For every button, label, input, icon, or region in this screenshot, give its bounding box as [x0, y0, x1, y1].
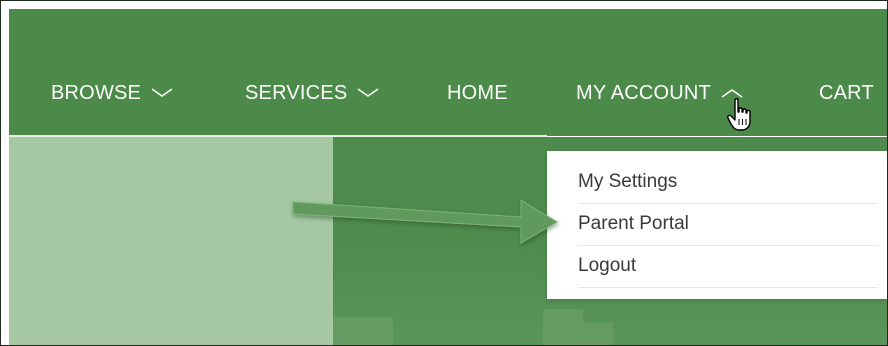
nav-home[interactable]: HOME [447, 80, 508, 106]
hero-building-shape [333, 317, 393, 345]
nav-browse[interactable]: BROWSE [51, 80, 173, 106]
nav-my-account-label: MY ACCOUNT [576, 81, 711, 104]
nav-services[interactable]: SERVICES [245, 80, 379, 106]
chevron-down-icon [357, 87, 379, 99]
hero-building-shape [583, 323, 613, 345]
nav-browse-label: BROWSE [51, 81, 142, 104]
hand-cursor-icon [727, 98, 751, 131]
hero-building-shape [543, 309, 583, 345]
nav-services-label: SERVICES [245, 81, 348, 104]
menu-item-my-settings[interactable]: My Settings [578, 161, 878, 204]
menu-item-parent-portal-label: Parent Portal [578, 213, 689, 234]
nav-home-label: HOME [447, 81, 508, 104]
nav-cart-label: CART [819, 81, 874, 104]
menu-item-my-settings-label: My Settings [578, 171, 678, 192]
my-account-dropdown-menu: My Settings Parent Portal Logout [547, 151, 887, 299]
nav-cart[interactable]: CART [819, 80, 874, 106]
chevron-down-icon [151, 87, 173, 99]
screenshot-frame: BROWSE SERVICES HOME MY ACCOUNT CART My … [0, 0, 888, 346]
menu-item-parent-portal[interactable]: Parent Portal [578, 203, 878, 246]
menu-item-logout-label: Logout [578, 255, 637, 276]
hero-panel-left [9, 137, 333, 345]
menu-item-logout[interactable]: Logout [578, 245, 878, 288]
nav-my-account[interactable]: MY ACCOUNT [576, 80, 743, 106]
